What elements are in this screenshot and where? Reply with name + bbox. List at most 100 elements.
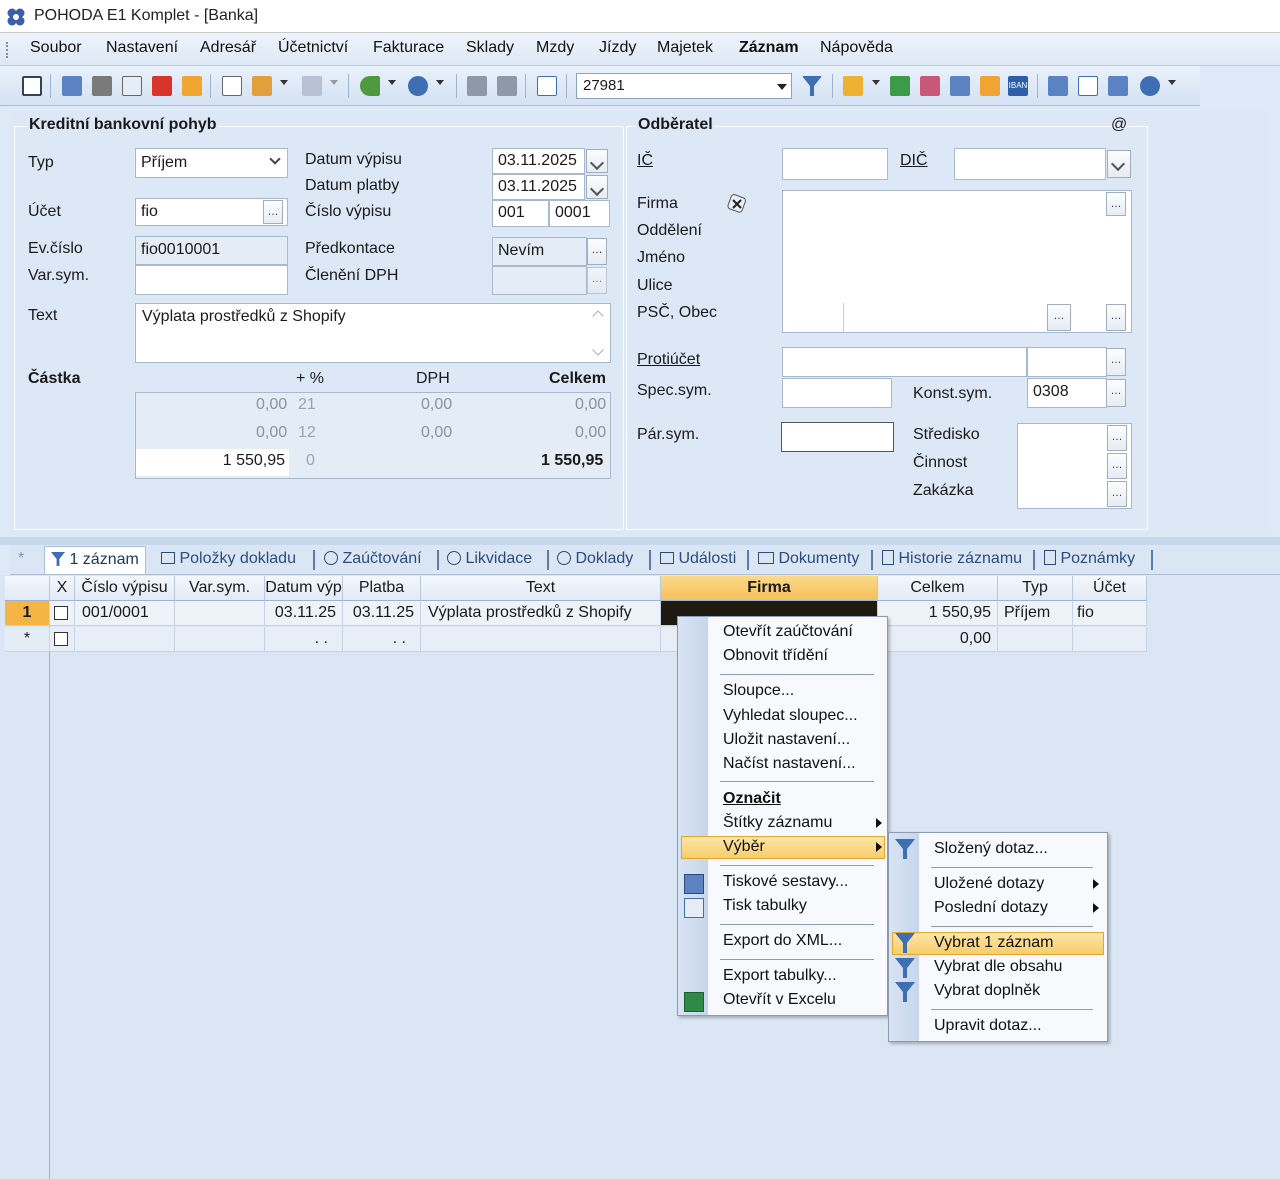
copy-document-icon[interactable] (537, 76, 557, 96)
menu-soubor[interactable]: Soubor (28, 39, 84, 57)
print-icon[interactable] (92, 76, 112, 96)
col-header-firma[interactable]: Firma (661, 576, 878, 601)
cell-datum[interactable]: 03.11.25 (265, 601, 343, 626)
ic-label[interactable]: IČ (637, 152, 653, 170)
menu-item-nacist-nastaveni[interactable]: Načíst nastavení... (723, 755, 856, 773)
tab-udalosti[interactable]: Události (654, 546, 742, 574)
cell-ucet[interactable]: fio (1073, 601, 1147, 626)
address-field[interactable] (782, 190, 1132, 333)
stredisko-lookup-button[interactable] (1107, 425, 1127, 451)
col-header-celkem[interactable]: Celkem (878, 576, 998, 601)
scroll-down-icon[interactable] (592, 344, 604, 356)
row-checkbox[interactable] (54, 606, 68, 620)
filter-icon[interactable] (802, 76, 822, 96)
cell-var-sym[interactable] (175, 601, 265, 626)
psc-lookup-button[interactable] (1106, 304, 1126, 331)
row-number[interactable]: 1 (5, 601, 50, 626)
datum-vypisu-calendar-button[interactable] (586, 149, 608, 173)
cleneni-dph-lookup-button[interactable] (587, 267, 607, 294)
tab-1-zaznam[interactable]: 1 záznam (44, 546, 146, 574)
help-icon[interactable] (1140, 76, 1160, 96)
splitter[interactable] (0, 537, 1280, 545)
chevron-down-icon[interactable] (872, 80, 880, 85)
spec-sym-field[interactable] (782, 378, 892, 408)
pdf-export-icon[interactable] (182, 76, 202, 96)
predkontace-field[interactable]: Nevím (492, 237, 587, 266)
menu-item-otevrit-excel[interactable]: Otevřít v Excelu (723, 991, 836, 1009)
cell-datum-new[interactable]: . . (265, 627, 343, 652)
menu-jizdy[interactable]: Jízdy (597, 39, 638, 57)
cislo-vypisu-number-field[interactable]: 0001 (549, 200, 610, 227)
menu-item-upravit-dotaz[interactable]: Upravit dotaz... (934, 1017, 1042, 1035)
menu-item-slozeny-dotaz[interactable]: Složený dotaz... (934, 840, 1048, 858)
cell-text[interactable]: Výplata prostředků z Shopify (421, 601, 661, 626)
protiucet-bank-field[interactable] (1027, 347, 1107, 377)
menu-item-tiskove-sestavy[interactable]: Tiskové sestavy... (723, 873, 848, 891)
save-all-icon[interactable] (497, 76, 517, 96)
cinnost-lookup-button[interactable] (1107, 453, 1127, 479)
cell-typ-new[interactable] (998, 627, 1073, 652)
konst-sym-field[interactable]: 0308 (1027, 378, 1107, 408)
menu-item-vyber[interactable]: Výběr (723, 838, 765, 856)
chevron-down-icon[interactable] (269, 153, 281, 165)
chevron-down-icon[interactable] (388, 80, 396, 85)
cell-cislo-vypisu-new[interactable] (75, 627, 175, 652)
menu-item-stitky-zaznamu[interactable]: Štítky záznamu (723, 814, 832, 832)
typ-select[interactable]: Příjem (135, 148, 288, 178)
chevron-down-icon[interactable] (1168, 80, 1176, 85)
exit-icon[interactable] (22, 76, 42, 96)
iban-icon[interactable]: IBAN (1008, 76, 1028, 96)
zakazka-lookup-button[interactable] (1107, 481, 1127, 507)
cell-platba[interactable]: 03.11.25 (343, 601, 421, 626)
settings-gear-icon[interactable] (408, 76, 428, 96)
card-icon[interactable] (920, 76, 940, 96)
menu-adresar[interactable]: Adresář (198, 39, 258, 57)
tab-historie[interactable]: Historie záznamu (876, 546, 1028, 574)
ic-field[interactable] (782, 148, 888, 180)
col-header-x[interactable]: X (50, 576, 75, 601)
menu-item-vyhledat-sloupec[interactable]: Vyhledat sloupec... (723, 707, 858, 725)
menu-napoveda[interactable]: Nápověda (818, 39, 895, 57)
obec-lookup-button[interactable] (1047, 304, 1071, 331)
tab-zauctovani[interactable]: Zaúčtování (318, 546, 428, 574)
text-field[interactable]: Výplata prostředků z Shopify (135, 303, 611, 363)
menu-item-export-xml[interactable]: Export do XML... (723, 932, 842, 950)
ucet-lookup-button[interactable] (263, 200, 283, 224)
menu-item-oznacit[interactable]: Označit (723, 790, 781, 808)
col-header-ucet[interactable]: Účet (1073, 576, 1147, 601)
par-sym-field[interactable] (781, 422, 894, 452)
calculator-icon[interactable] (950, 76, 970, 96)
scroll-up-icon[interactable] (592, 310, 604, 322)
cell-celkem[interactable]: 1 550,95 (878, 601, 998, 626)
menu-item-vybrat-doplnek[interactable]: Vybrat doplněk (934, 982, 1040, 1000)
copy-record-icon[interactable] (62, 76, 82, 96)
new-record-icon[interactable] (222, 76, 242, 96)
pdf-icon[interactable] (152, 76, 172, 96)
email-at-icon[interactable]: @ (1111, 116, 1127, 134)
folder-star-icon[interactable] (843, 76, 863, 96)
record-number-combo[interactable]: 27981 (576, 73, 792, 99)
tab-dokumenty[interactable]: Dokumenty (752, 546, 865, 574)
row-checkbox-new[interactable] (54, 632, 68, 646)
cislo-vypisu-prefix-field[interactable]: 001 (492, 200, 549, 227)
cell-celkem-new[interactable]: 0,00 (878, 627, 998, 652)
protiucet-lookup-button[interactable] (1106, 348, 1126, 376)
konst-sym-lookup-button[interactable] (1106, 379, 1126, 407)
menu-item-vybrat-1-zaznam[interactable]: Vybrat 1 záznam (934, 934, 1053, 952)
dic-dropdown-button[interactable] (1107, 150, 1131, 178)
protiucet-field[interactable] (782, 347, 1027, 377)
cell-text-new[interactable] (421, 627, 661, 652)
chevron-down-icon[interactable] (436, 80, 444, 85)
datum-vypisu-field[interactable]: 03.11.2025 (492, 148, 585, 174)
menu-nastaveni[interactable]: Nastavení (104, 39, 180, 57)
tab-likvidace[interactable]: Likvidace (441, 546, 538, 574)
cell-cislo-vypisu[interactable]: 001/0001 (75, 601, 175, 626)
col-header-var-sym[interactable]: Var.sym. (175, 576, 265, 601)
chevron-down-icon[interactable] (777, 84, 787, 90)
tab-doklady[interactable]: Doklady (551, 546, 639, 574)
col-header-platba[interactable]: Platba (343, 576, 421, 601)
col-header-typ[interactable]: Typ (998, 576, 1073, 601)
menu-item-vybrat-dle-obsahu[interactable]: Vybrat dle obsahu (934, 958, 1062, 976)
address-lookup-button[interactable] (1106, 192, 1126, 216)
var-sym-field[interactable] (135, 265, 288, 295)
